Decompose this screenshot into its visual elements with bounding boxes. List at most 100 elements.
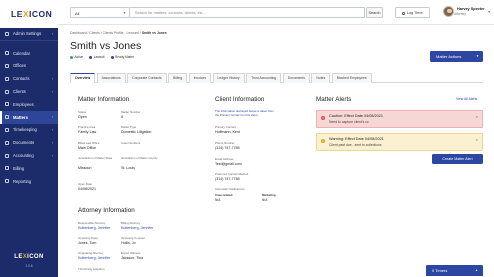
- tab-billing[interactable]: Billing: [168, 73, 188, 83]
- alert-icon: !: [321, 139, 325, 143]
- status-label: Status: [78, 110, 87, 114]
- responsible-attorney-label: Responsible Attorney: [78, 221, 106, 225]
- breadcrumb-current: Smith vs Jones: [141, 31, 167, 35]
- sidebar-item-label: Timekeeping: [13, 127, 37, 133]
- matter-number-label: Matter Number: [121, 110, 141, 114]
- log-time-label: Log Time: [406, 11, 423, 15]
- matter-badges: Active Lawsuit Ready Matter: [70, 55, 134, 59]
- status-badge-active: Active: [70, 55, 83, 59]
- sidebar-item-label: Calendar: [13, 50, 30, 56]
- originating-attorney-link[interactable]: Kuttenberg, Jennifer: [78, 256, 110, 260]
- create-matter-alert-button[interactable]: Create Matter Alert: [432, 154, 483, 164]
- sidebar-item-calendar[interactable]: Calendar: [0, 47, 58, 60]
- user-role: Attorney: [454, 11, 466, 16]
- case-numbers-label: Case Numbers: [121, 141, 141, 145]
- responsible-attorney-link[interactable]: Kuttenberg, Jennifer: [78, 226, 110, 230]
- matter-actions-label: Matter Actions: [436, 54, 462, 59]
- chevron-right-icon: ›: [51, 153, 53, 158]
- matter-actions-button[interactable]: Matter Actions ▼: [430, 51, 483, 62]
- alert-body: Client past due - sent to collections: [329, 143, 382, 147]
- logo[interactable]: LEXICON: [0, 0, 58, 28]
- alert-title: Caution: Effect Date 04/08/2021: [329, 114, 383, 118]
- preferred-contact-value: (314) 747-7785: [215, 177, 240, 181]
- tab-corporate-contacts[interactable]: Corporate Contacts: [127, 73, 167, 83]
- clock-icon: [402, 11, 406, 15]
- tab-invoices[interactable]: Invoices: [188, 73, 212, 83]
- view-all-alerts-link[interactable]: View All Alerts: [456, 97, 477, 101]
- sidebar-item-employees[interactable]: Employees: [0, 98, 58, 111]
- tab-blocked-employees[interactable]: Blocked Employees: [331, 73, 372, 83]
- sidebar-item-label: Clients: [13, 89, 26, 95]
- building-icon: [5, 63, 9, 68]
- sidebar-item-accounting[interactable]: Accounting ›: [0, 149, 58, 162]
- accounting-icon: [5, 153, 9, 158]
- chevron-down-icon: ▼: [487, 9, 491, 14]
- chevron-right-icon: ›: [51, 76, 53, 81]
- originating-attorney-label: Originating Attorney: [78, 251, 104, 255]
- tab-ledger-history[interactable]: Ledger History: [212, 73, 245, 83]
- clients-icon: [5, 89, 9, 94]
- tab-notes[interactable]: Notes: [311, 73, 331, 83]
- alert-title: Warning: Effect Date 04/08/2021: [329, 137, 384, 141]
- logo-text-left: LE: [11, 9, 23, 19]
- close-icon[interactable]: ×: [476, 137, 478, 142]
- status-badge-lawsuit: Lawsuit: [89, 55, 105, 59]
- open-date-value: 04/08/2021: [78, 187, 96, 191]
- tab-trust-accounting[interactable]: Trust Accounting: [246, 73, 282, 83]
- chevron-down-icon: ▼: [476, 54, 479, 58]
- tab-documents[interactable]: Documents: [282, 73, 310, 83]
- sidebar-item-timekeeping[interactable]: Timekeeping ›: [0, 124, 58, 137]
- sidebar-item-admin-settings[interactable]: Admin Settings ›: [0, 28, 58, 41]
- warning-alert: ! Warning: Effect Date 04/08/2021 Client…: [316, 133, 483, 151]
- opposing-counsel-value: Hollis, Jo: [121, 241, 136, 245]
- search-input[interactable]: Search for matters, contacts, clients, e…: [130, 7, 365, 18]
- status-dot-icon: [110, 55, 114, 59]
- jurisdiction-county-label: Jurisdiction of Matter County: [121, 156, 158, 160]
- billed-office-value: Main Office: [78, 146, 97, 150]
- matter-type-label: Matter Type: [121, 125, 137, 129]
- sidebar-item-label: Accounting: [13, 153, 34, 159]
- close-icon[interactable]: ×: [476, 114, 478, 119]
- document-icon: [5, 140, 9, 145]
- client-info-title: Client Information: [215, 96, 265, 103]
- marketing-value: N/A: [262, 198, 268, 202]
- tab-associations[interactable]: Associations: [96, 73, 126, 83]
- search-button[interactable]: Search: [366, 7, 383, 18]
- user-menu[interactable]: Harvey Specter Attorney ▼: [443, 6, 491, 17]
- sidebar-item-label: Admin Settings: [13, 31, 42, 37]
- app-version: 2.0.6: [25, 264, 33, 268]
- jurisdiction-state-value: Missouri: [78, 166, 92, 170]
- sidebar-item-label: Reporting: [13, 178, 32, 184]
- bottom-logo-right: ICON: [27, 254, 44, 260]
- billing-attorney-link[interactable]: Kuttenberg, Jennifer: [121, 226, 153, 230]
- badge-label: Lawsuit: [93, 55, 105, 59]
- sidebar-item-label: Billing: [13, 165, 25, 171]
- phone-value: (314) 747-7785: [215, 146, 240, 150]
- status-dot-icon: [70, 55, 73, 59]
- billed-office-label: Billed Law Office: [78, 141, 100, 145]
- gear-icon: [5, 31, 9, 36]
- sidebar-item-clients[interactable]: Clients ›: [0, 85, 58, 98]
- sidebar-item-offices[interactable]: Offices: [0, 60, 58, 73]
- case-related-value: N/A: [215, 198, 221, 202]
- tab-overview[interactable]: Overview: [70, 73, 96, 83]
- timers-button[interactable]: 0 Timers ▲: [426, 265, 483, 276]
- breadcrumb-path[interactable]: Dashboard / Clients / Clients Profile - …: [70, 31, 142, 35]
- sidebar-item-billing[interactable]: Billing: [0, 162, 58, 175]
- billing-attorney-label: Billing Attorney: [121, 221, 141, 225]
- sidebar-item-label: Contacts: [13, 76, 30, 82]
- case-related-label: Case-related: [215, 193, 233, 197]
- matter-type-value: Domestic Litigation: [121, 130, 152, 134]
- sidebar-bottom-logo: LEXICON: [0, 254, 58, 260]
- badge-label: Active: [74, 55, 84, 59]
- sidebar-item-contacts[interactable]: Contacts ›: [0, 72, 58, 85]
- sidebar-item-matters[interactable]: Matters ›: [0, 110, 58, 124]
- expert-witness-value: Jackson, Tina: [121, 256, 143, 260]
- sidebar-item-documents[interactable]: Documents ›: [0, 136, 58, 149]
- search-scope-value: All: [75, 11, 80, 17]
- sidebar-item-label: Documents: [13, 140, 35, 146]
- sidebar-item-reporting[interactable]: Reporting: [0, 175, 58, 188]
- third-party-label: Third Party Litigation: [78, 267, 105, 271]
- search-scope-select[interactable]: All ▼: [70, 7, 130, 18]
- log-time-button[interactable]: Log Time: [395, 7, 430, 18]
